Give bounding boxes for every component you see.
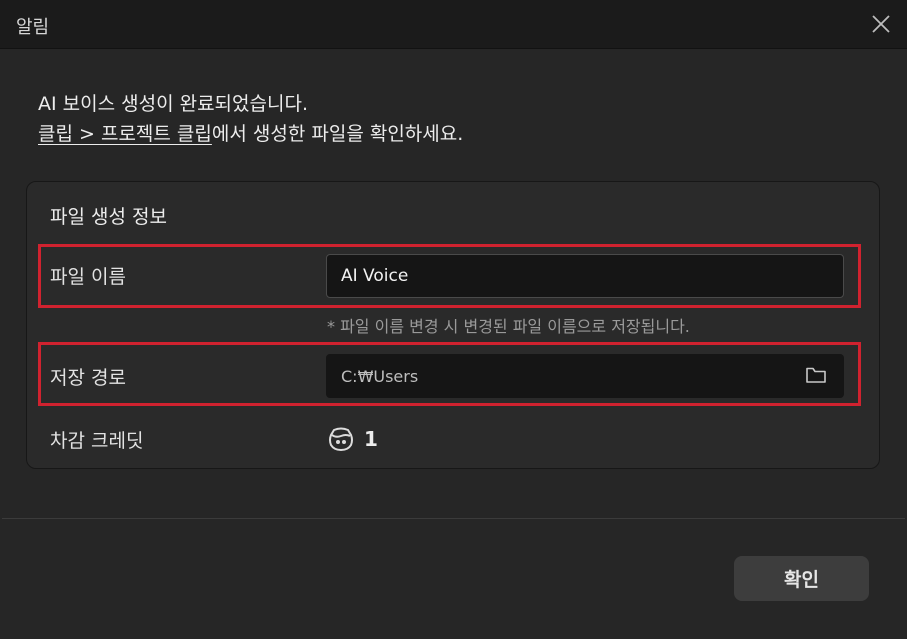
dialog-titlebar: 알림 (0, 0, 907, 49)
message-line-1: AI 보이스 생성이 완료되었습니다. (38, 93, 308, 115)
browse-folder-button[interactable] (805, 365, 827, 385)
project-clip-link[interactable]: 클립 > 프로젝트 클립 (38, 123, 212, 145)
save-path-value: C:₩Users (341, 367, 419, 386)
file-name-input[interactable] (326, 254, 844, 298)
footer-divider (2, 518, 905, 519)
save-path-field[interactable]: C:₩Users (326, 354, 844, 398)
confirm-button[interactable]: 확인 (734, 556, 869, 601)
dialog-title: 알림 (16, 17, 50, 38)
file-name-hint: * 파일 이름 변경 시 변경된 파일 이름으로 저장됩니다. (327, 317, 690, 336)
credit-amount: 1 (327, 424, 378, 454)
credit-label: 차감 크레딧 (50, 430, 144, 452)
folder-icon (806, 367, 826, 383)
credit-value: 1 (364, 427, 378, 451)
file-name-label: 파일 이름 (50, 266, 126, 288)
save-path-label: 저장 경로 (50, 367, 126, 389)
close-icon (872, 15, 890, 33)
message-line-2-rest: 에서 생성한 파일을 확인하세요. (211, 123, 464, 145)
completion-message: AI 보이스 생성이 완료되었습니다. 클립 > 프로젝트 클립에서 생성한 파… (38, 89, 463, 149)
message-line-2: 클립 > 프로젝트 클립에서 생성한 파일을 확인하세요. (38, 119, 463, 149)
panel-title: 파일 생성 정보 (50, 206, 167, 228)
alert-dialog: 알림 AI 보이스 생성이 완료되었습니다. 클립 > 프로젝트 클립에서 생성… (0, 0, 907, 639)
close-button[interactable] (869, 12, 893, 36)
credit-icon (329, 427, 353, 452)
